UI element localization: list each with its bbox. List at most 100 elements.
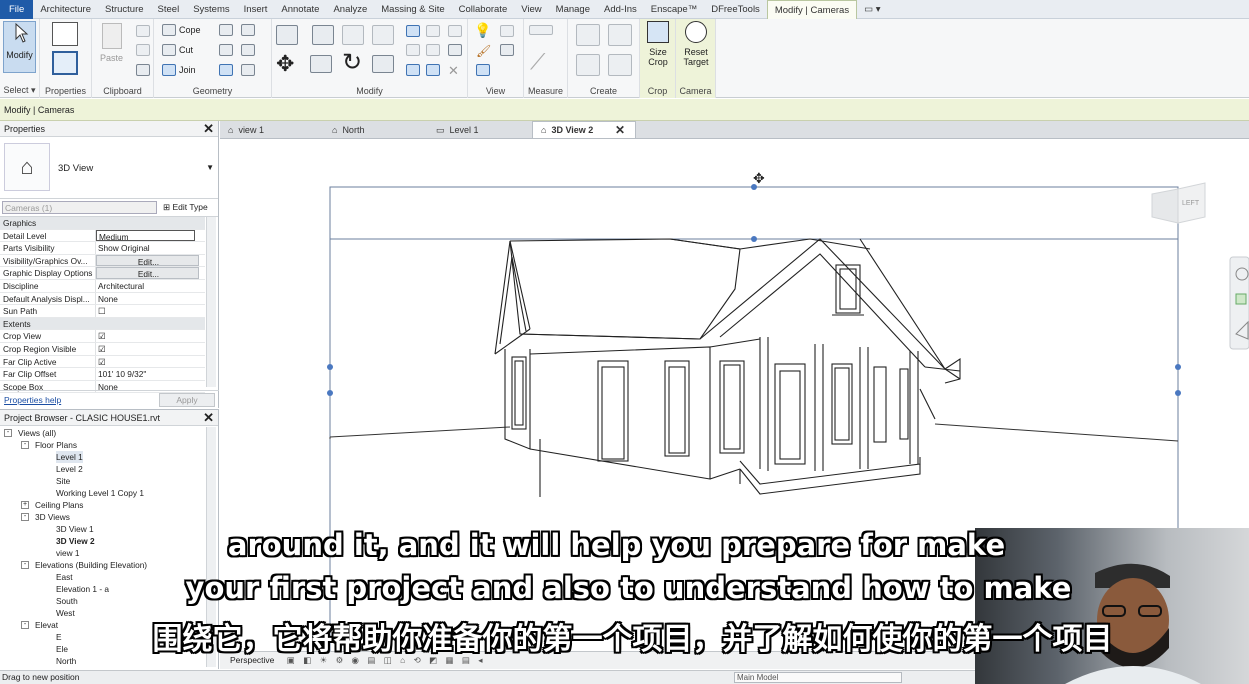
extend-icon[interactable] — [406, 64, 420, 76]
property-value[interactable]: Architectural — [96, 280, 205, 292]
collapse-icon[interactable]: - — [21, 561, 29, 569]
ribbon-minimize-icon[interactable]: ▭ ▾ — [857, 0, 887, 19]
crop-handle-right-2[interactable] — [1175, 390, 1181, 396]
properties-help-link[interactable]: Properties help — [4, 395, 61, 405]
crop-handle-left[interactable] — [327, 364, 333, 370]
join-roof-icon[interactable] — [241, 44, 255, 56]
navigation-bar[interactable] — [1229, 256, 1249, 350]
rotate-icon[interactable]: ↻ — [342, 51, 362, 75]
tree-item[interactable]: + Ceiling Plans — [0, 499, 205, 511]
create-similar-icon[interactable] — [608, 54, 632, 76]
edit-button[interactable]: Edit... — [96, 254, 199, 267]
modify-button[interactable]: Modify — [3, 21, 36, 73]
type-properties-icon[interactable] — [52, 22, 78, 46]
property-value[interactable]: None — [96, 293, 205, 305]
category-label[interactable]: Graphics — [0, 217, 96, 229]
hide-bulb-icon[interactable]: 💡 — [474, 22, 491, 39]
collapse-icon[interactable]: - — [21, 441, 29, 449]
demolish-icon[interactable] — [241, 24, 255, 36]
zoom-icon[interactable] — [1235, 293, 1247, 305]
split-gap-icon[interactable] — [426, 25, 440, 37]
crop-handle-left-2[interactable] — [327, 390, 333, 396]
close-icon[interactable]: ✕ — [203, 410, 214, 426]
tree-item[interactable]: Level 1 — [0, 451, 205, 463]
trim-icon[interactable] — [372, 55, 394, 73]
brush-icon[interactable]: 🖌 — [476, 44, 491, 58]
scale-icon[interactable] — [426, 44, 440, 56]
viewcube[interactable]: LEFT — [1151, 182, 1206, 224]
collapse-icon[interactable]: - — [4, 429, 12, 437]
wall-joins-icon[interactable] — [219, 24, 233, 36]
menu-annotate[interactable]: Annotate — [274, 0, 326, 19]
menu-add-ins[interactable]: Add-Ins — [597, 0, 644, 19]
create-assembly-icon[interactable] — [576, 24, 600, 46]
menu-massing-site[interactable]: Massing & Site — [374, 0, 451, 19]
pin-icon[interactable] — [448, 44, 462, 56]
properties-icon[interactable] — [52, 51, 78, 75]
tab-view-1[interactable]: ⌂ view 1 — [220, 121, 324, 138]
property-value[interactable]: Show Original — [96, 242, 205, 254]
unpin-icon[interactable] — [448, 25, 462, 37]
cut-clip-icon[interactable] — [136, 25, 150, 37]
menu-modify-cameras[interactable]: Modify | Cameras — [766, 0, 858, 19]
property-value[interactable]: ☑ — [96, 330, 205, 342]
instance-filter-select[interactable]: Cameras (1) — [2, 201, 157, 214]
tree-item[interactable]: -3D Views — [0, 511, 205, 523]
crop-handle-right[interactable] — [1175, 364, 1181, 370]
edit-button[interactable]: Edit... — [96, 267, 199, 279]
split-face-icon[interactable] — [219, 44, 233, 56]
apply-button[interactable]: Apply — [159, 392, 215, 407]
size-crop-button[interactable]: Size Crop — [642, 21, 674, 77]
close-icon[interactable]: ✕ — [615, 122, 625, 138]
tab-level-1[interactable]: ▭ Level 1 — [428, 121, 532, 138]
delete-icon[interactable]: ✕ — [448, 63, 459, 79]
measure-icon[interactable] — [529, 25, 553, 35]
linework-icon[interactable] — [500, 44, 514, 56]
paste-icon[interactable] — [102, 23, 122, 49]
expand-icon[interactable]: + — [21, 501, 29, 509]
join-icon[interactable] — [162, 64, 176, 76]
tab-north[interactable]: ⌂ North — [324, 121, 428, 138]
override-icon[interactable] — [500, 25, 514, 37]
cut-label[interactable]: Cut — [179, 45, 193, 55]
copy-icon[interactable] — [310, 55, 332, 73]
dimension-icon[interactable]: ⟋ — [530, 49, 545, 75]
menu-structure[interactable]: Structure — [98, 0, 151, 19]
property-value[interactable]: ☑ — [96, 343, 205, 355]
tree-item[interactable]: Working Level 1 Copy 1 — [0, 487, 205, 499]
offset-icon[interactable] — [312, 25, 334, 45]
cope-label[interactable]: Cope — [179, 25, 201, 35]
property-value[interactable]: 101' 10 9/32" — [96, 368, 205, 380]
cut-geometry-icon[interactable] — [162, 44, 176, 56]
tree-item[interactable]: - Floor Plans — [0, 439, 205, 451]
cope-icon[interactable] — [162, 24, 176, 36]
extend-multi-icon[interactable] — [426, 64, 440, 76]
reset-target-button[interactable]: Reset Target — [678, 21, 714, 77]
tree-item[interactable]: Site — [0, 475, 205, 487]
paint-icon[interactable] — [219, 64, 233, 76]
join-label[interactable]: Join — [179, 65, 196, 75]
tree-item[interactable]: - Views (all) — [0, 427, 205, 439]
move-icon[interactable]: ✥ — [276, 53, 294, 75]
collapse-icon[interactable]: - — [21, 513, 29, 521]
menu-collaborate[interactable]: Collaborate — [452, 0, 515, 19]
match-type-icon[interactable] — [136, 64, 150, 76]
menu-systems[interactable]: Systems — [186, 0, 236, 19]
mirror-axis-icon[interactable] — [342, 25, 364, 45]
view-template-icon[interactable] — [476, 64, 490, 76]
type-selector[interactable]: ⌂ 3D View ▼ — [0, 137, 218, 199]
menu-file[interactable]: File — [0, 0, 34, 19]
mirror-draw-icon[interactable] — [372, 25, 394, 45]
menu-manage[interactable]: Manage — [549, 0, 597, 19]
group-label-select[interactable]: Select ▾ — [0, 85, 39, 96]
menu-steel[interactable]: Steel — [151, 0, 187, 19]
menu-enscape[interactable]: Enscape™ — [644, 0, 704, 19]
menu-dfreetools[interactable]: DFreeTools — [704, 0, 767, 19]
tree-item[interactable]: Level 2 — [0, 463, 205, 475]
hammer-icon[interactable] — [241, 64, 255, 76]
menu-analyze[interactable]: Analyze — [326, 0, 374, 19]
copy-clip-icon[interactable] — [136, 44, 150, 56]
tab-3d-view-2[interactable]: ⌂ 3D View 2 ✕ — [532, 121, 636, 138]
align-icon[interactable] — [276, 25, 298, 45]
crop-handle-top-inner[interactable] — [751, 236, 757, 242]
